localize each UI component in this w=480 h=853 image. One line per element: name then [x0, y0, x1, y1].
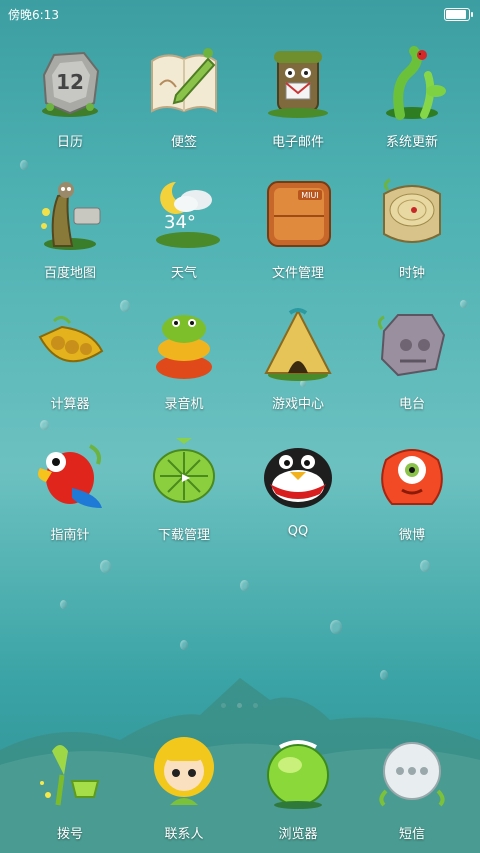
- app-label: QQ: [287, 524, 309, 539]
- download-fish-icon: [146, 438, 222, 514]
- calendar-stone-icon: 12: [32, 45, 108, 121]
- file-manager-brand: MIUI: [301, 191, 318, 200]
- app-calendar[interactable]: 12 日历: [10, 45, 130, 160]
- contacts-doll-icon: [146, 735, 222, 811]
- notes-scroll-icon: [146, 45, 222, 121]
- status-time: 傍晚6:13: [8, 8, 59, 22]
- app-label: 文件管理: [271, 266, 324, 281]
- game-center-hut-icon: [260, 307, 336, 383]
- app-label: 日历: [56, 135, 83, 150]
- app-compass[interactable]: 指南针: [10, 438, 130, 553]
- qq-penguin-icon: [260, 438, 336, 514]
- browser-globe-icon: [260, 735, 336, 811]
- app-label: 电台: [398, 397, 425, 412]
- app-file-manager[interactable]: MIUI 文件管理: [238, 176, 358, 291]
- dock-dialer[interactable]: 拨号: [10, 735, 130, 853]
- messages-bubble-icon: [374, 735, 450, 811]
- weather-moon-cloud-icon: 34°: [146, 176, 222, 252]
- app-label: 录音机: [164, 397, 204, 412]
- app-label: 便签: [170, 135, 197, 150]
- recorder-frog-stack-icon: [146, 307, 222, 383]
- mail-tree-icon: [260, 45, 336, 121]
- app-email[interactable]: 电子邮件: [238, 45, 358, 160]
- app-game-center[interactable]: 游戏中心: [238, 307, 358, 422]
- app-label: 系统更新: [385, 135, 438, 150]
- app-label: 电子邮件: [271, 135, 324, 150]
- app-weibo[interactable]: 微博: [352, 438, 472, 553]
- app-system-update[interactable]: 系统更新: [352, 45, 472, 160]
- weibo-monster-icon: [374, 438, 450, 514]
- app-label: 下载管理: [157, 528, 210, 543]
- app-calculator[interactable]: 计算器: [10, 307, 130, 422]
- app-recorder[interactable]: 录音机: [124, 307, 244, 422]
- dock-messages[interactable]: 短信: [352, 735, 472, 853]
- clock-wood-stump-icon: [374, 176, 450, 252]
- calendar-day-number: 12: [56, 70, 84, 94]
- app-label: 浏览器: [278, 827, 318, 842]
- app-label: 短信: [398, 827, 425, 842]
- app-notes[interactable]: 便签: [124, 45, 244, 160]
- compass-parrot-icon: [32, 438, 108, 514]
- app-label: 游戏中心: [271, 397, 324, 412]
- app-label: 联系人: [164, 827, 204, 842]
- app-label: 指南针: [50, 528, 90, 543]
- dock: 拨号 联系人 浏览器 短信: [0, 735, 480, 853]
- app-label: 拨号: [56, 827, 83, 842]
- dock-contacts[interactable]: 联系人: [124, 735, 244, 853]
- weather-temperature: 34°: [164, 212, 196, 233]
- app-qq[interactable]: QQ: [238, 438, 358, 553]
- dialer-sprout-icon: [32, 735, 108, 811]
- app-clock[interactable]: 时钟: [352, 176, 472, 291]
- app-weather[interactable]: 34° 天气: [124, 176, 244, 291]
- calculator-peapod-icon: [32, 307, 108, 383]
- app-radio[interactable]: 电台: [352, 307, 472, 422]
- app-label: 百度地图: [43, 266, 96, 281]
- app-label: 微博: [398, 528, 425, 543]
- app-label: 时钟: [398, 266, 425, 281]
- dock-browser[interactable]: 浏览器: [238, 735, 358, 853]
- map-tree-owl-icon: [32, 176, 108, 252]
- radio-stone-icon: [374, 307, 450, 383]
- system-update-sprout-icon: [374, 45, 450, 121]
- app-label: 计算器: [50, 397, 90, 412]
- battery-icon: [444, 8, 473, 21]
- app-download-manager[interactable]: 下载管理: [124, 438, 244, 553]
- app-label: 天气: [170, 266, 197, 281]
- status-bar: 傍晚6:13: [0, 0, 480, 26]
- app-baidu-map[interactable]: 百度地图: [10, 176, 130, 291]
- file-manager-box-icon: MIUI: [260, 176, 336, 252]
